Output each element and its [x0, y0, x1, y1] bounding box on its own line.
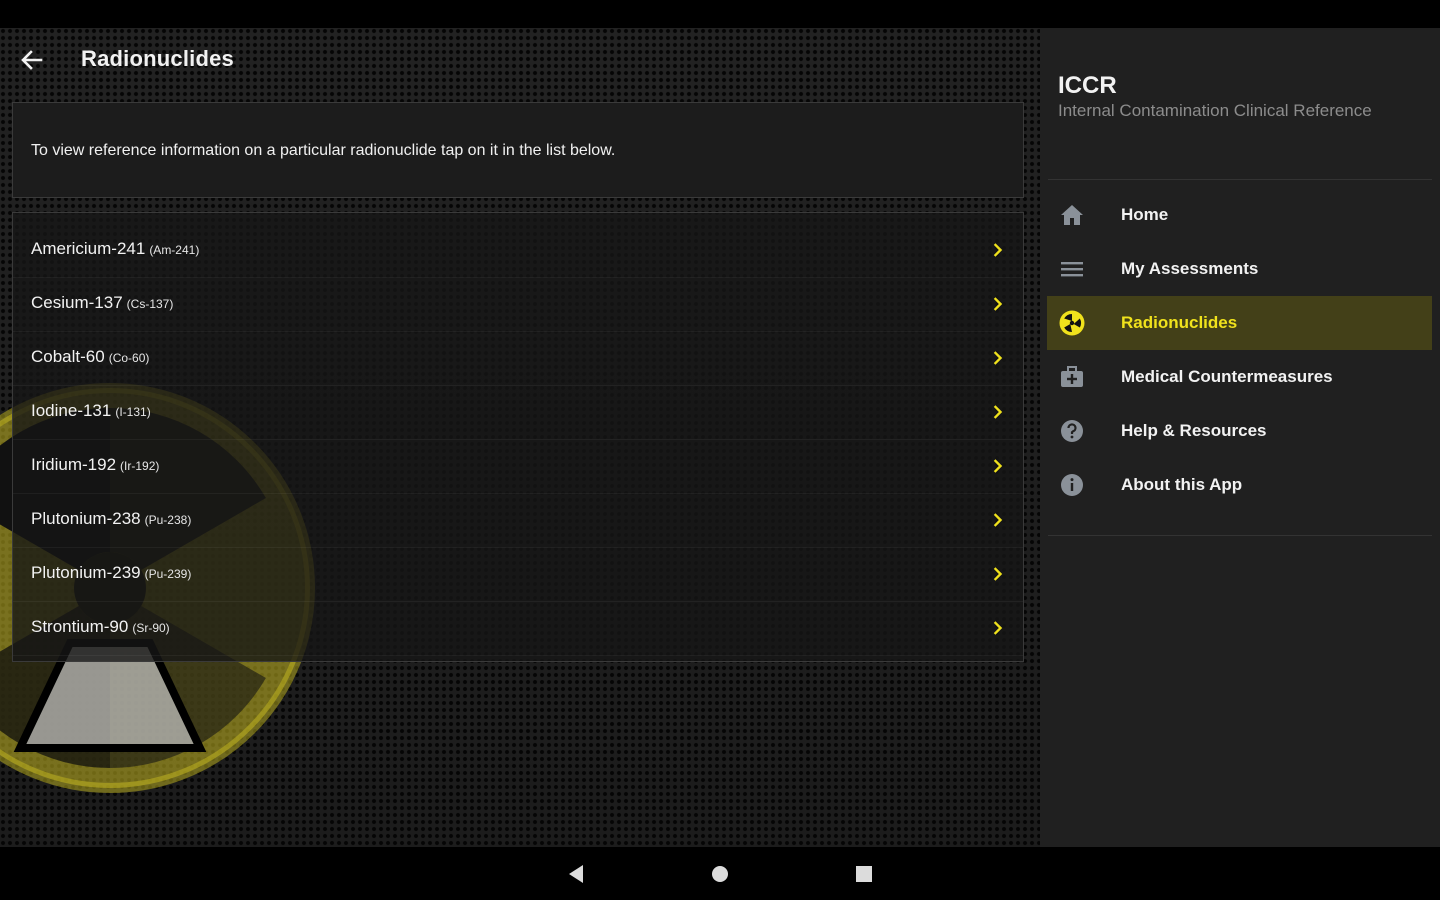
drawer-item-label: My Assessments: [1121, 259, 1259, 278]
drawer-divider-bottom: [1048, 535, 1432, 536]
drawer-item-label: Medical Countermeasures: [1121, 367, 1333, 386]
drawer-item-label: About this App: [1121, 475, 1243, 494]
list-item[interactable]: Strontium-90 (Sr-90): [13, 601, 1023, 656]
info-card: To view reference information on a parti…: [12, 102, 1024, 198]
chevron-right-icon: [993, 459, 1003, 473]
chevron-right-icon: [993, 297, 1003, 311]
radiation-icon: [1059, 310, 1085, 336]
drawer-item-home[interactable]: Home: [1047, 188, 1432, 242]
radionuclide-abbreviation: (Cs-137): [126, 297, 174, 311]
radionuclide-name: Plutonium-239: [31, 563, 141, 582]
radionuclide-list: Americium-241 (Am-241) Cesium-137 (Cs-137) C…: [12, 212, 1024, 662]
navigation-drawer: ICCR Internal Contamination Clinical Ref…: [1040, 28, 1440, 847]
radionuclide-label: Plutonium-239 (Pu-239): [31, 563, 191, 583]
radionuclide-label: Cobalt-60 (Co-60): [31, 347, 149, 367]
drawer-item-label: Home: [1121, 205, 1169, 224]
radionuclide-abbreviation: (Pu-239): [144, 567, 192, 581]
radionuclide-abbreviation: (Sr-90): [132, 621, 170, 635]
nav-home-icon[interactable]: [707, 861, 733, 887]
medical-kit-icon: [1061, 366, 1083, 387]
list-item[interactable]: Cesium-137 (Cs-137): [13, 277, 1023, 332]
drawer-item-radionuclides[interactable]: Radionuclides: [1047, 296, 1432, 350]
list-item[interactable]: Plutonium-238 (Pu-238): [13, 493, 1023, 548]
info-text: To view reference information on a parti…: [31, 142, 616, 159]
radionuclide-label: Strontium-90 (Sr-90): [31, 617, 170, 637]
back-arrow-icon: [21, 50, 43, 70]
nav-recents-icon[interactable]: [851, 861, 877, 887]
nav-back-icon[interactable]: [563, 861, 589, 887]
status-bar: [0, 0, 1440, 28]
drawer-item-about-this-app[interactable]: About this App: [1047, 458, 1432, 512]
main-panel: Radionuclides To view reference informat…: [0, 28, 1040, 847]
list-item[interactable]: Americium-241 (Am-241): [13, 223, 1023, 278]
info-icon: [1061, 474, 1083, 496]
chevron-right-icon: [993, 351, 1003, 365]
radionuclide-abbreviation: (Pu-238): [144, 513, 192, 527]
drawer-item-label: Help & Resources: [1121, 421, 1267, 440]
list-icon: [1061, 262, 1083, 277]
list-item[interactable]: Cobalt-60 (Co-60): [13, 331, 1023, 386]
radionuclide-name: Cesium-137: [31, 293, 123, 312]
chevron-right-icon: [993, 513, 1003, 527]
radionuclide-name: Strontium-90: [31, 617, 129, 636]
drawer-subtitle: Internal Contamination Clinical Referenc…: [1058, 101, 1372, 120]
help-icon: [1061, 420, 1083, 442]
list-item[interactable]: Iridium-192 (Ir-192): [13, 439, 1023, 494]
chevron-right-icon: [993, 405, 1003, 419]
radionuclide-name: Plutonium-238: [31, 509, 141, 528]
drawer-item-label: Radionuclides: [1121, 313, 1238, 332]
drawer-divider-top: [1048, 179, 1432, 180]
app-bar: Radionuclides: [0, 28, 1040, 92]
radionuclide-name: Cobalt-60: [31, 347, 105, 366]
drawer-item-medical-countermeasures[interactable]: Medical Countermeasures: [1047, 350, 1432, 404]
radionuclide-label: Americium-241 (Am-241): [31, 239, 199, 259]
system-navigation-bar: [0, 847, 1440, 900]
radionuclide-name: Iodine-131: [31, 401, 112, 420]
home-icon: [1061, 205, 1083, 225]
radionuclide-label: Iridium-192 (Ir-192): [31, 455, 159, 475]
radionuclide-label: Iodine-131 (I-131): [31, 401, 151, 421]
radionuclide-abbreviation: (I-131): [115, 405, 151, 419]
page-title: Radionuclides: [81, 46, 234, 71]
radionuclide-label: Cesium-137 (Cs-137): [31, 293, 173, 313]
chevron-right-icon: [993, 243, 1003, 257]
radionuclide-name: Iridium-192: [31, 455, 117, 474]
chevron-right-icon: [993, 567, 1003, 581]
radionuclide-abbreviation: (Am-241): [149, 243, 200, 257]
radionuclide-abbreviation: (Co-60): [108, 351, 150, 365]
drawer-item-my-assessments[interactable]: My Assessments: [1047, 242, 1432, 296]
radionuclide-label: Plutonium-238 (Pu-238): [31, 509, 191, 529]
list-item[interactable]: Plutonium-239 (Pu-239): [13, 547, 1023, 602]
back-button[interactable]: [14, 44, 50, 76]
radionuclide-abbreviation: (Ir-192): [120, 459, 160, 473]
drawer-title: ICCR: [1058, 72, 1117, 99]
list-item[interactable]: Iodine-131 (I-131): [13, 385, 1023, 440]
drawer-item-help-and-resources[interactable]: Help & Resources: [1047, 404, 1432, 458]
chevron-right-icon: [993, 621, 1003, 635]
radionuclide-name: Americium-241: [31, 239, 146, 258]
